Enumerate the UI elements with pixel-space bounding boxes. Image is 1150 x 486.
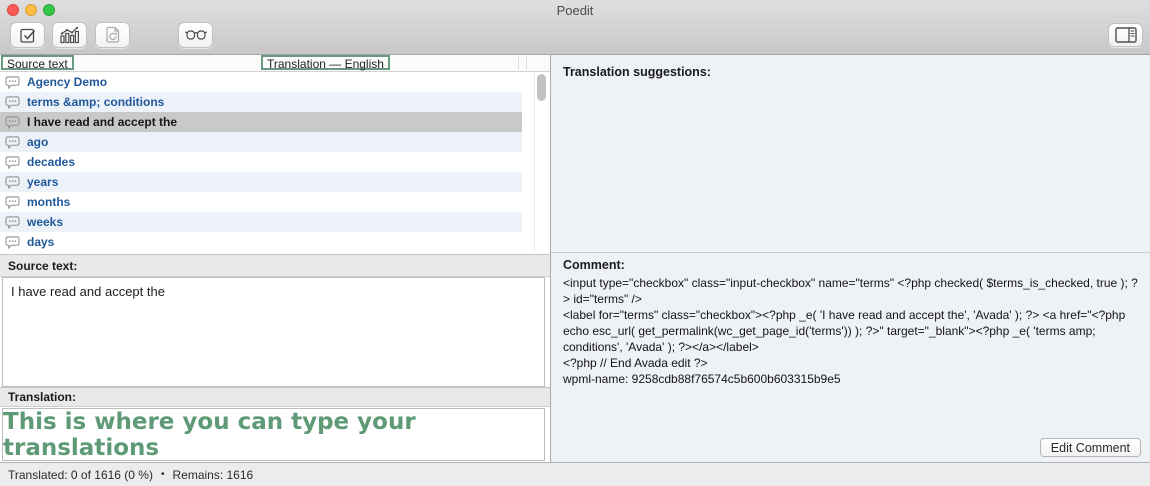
row-source-text: Agency Demo [27,75,107,89]
minimize-button[interactable] [25,4,37,16]
toggle-sidebar-button[interactable] [1108,23,1143,47]
column-separator [518,57,519,70]
main-area: Source text Translation — English Agency… [0,55,1150,462]
close-button[interactable] [7,4,19,16]
comment-bubble-icon [5,136,20,149]
comment-bubble-icon [5,156,20,169]
checkbox-check-icon [18,25,38,45]
window-title: Poedit [0,3,1150,18]
comment-bubble-icon [5,96,20,109]
comment-bubble-icon [5,176,20,189]
comment-bubble-icon [5,196,20,209]
row-source-text: I have read and accept the [27,115,177,129]
table-row[interactable]: I have read and accept the [0,112,522,132]
column-separator [526,57,527,70]
table-row[interactable]: months [0,192,522,212]
catalog-header: Source text Translation — English [0,55,550,72]
scrollbar-thumb[interactable] [537,74,546,101]
update-from-code-button[interactable] [95,22,130,48]
table-row[interactable]: years [0,172,522,192]
translation-suggestions-label: Translation suggestions: [563,65,711,79]
row-source-text: years [27,175,58,189]
row-source-text: months [27,195,70,209]
titlebar-toolbar: Poedit [0,0,1150,55]
sidebar-panel: Translation suggestions: Comment: <input… [551,55,1150,462]
comment-bubble-icon [5,236,20,249]
zoom-button[interactable] [43,4,55,16]
validate-button[interactable] [10,22,45,48]
status-separator: • [161,469,165,480]
row-source-text: weeks [27,215,63,229]
row-source-text: decades [27,155,75,169]
comment-bubble-icon [5,216,20,229]
table-row[interactable]: terms &amp; conditions [0,92,522,112]
sidebar-panel-icon [1115,27,1137,43]
source-text-label: Source text: [0,254,550,277]
table-row[interactable]: days [0,232,522,252]
catalog-list: Agency Demo terms &amp; conditions I have … [0,72,550,252]
scrollbar-track [534,72,535,252]
glasses-icon [184,28,208,42]
table-row[interactable]: Agency Demo [0,72,522,92]
statistics-button[interactable] [52,22,87,48]
comment-bubble-icon [5,116,20,129]
translation-label: Translation: [0,387,550,407]
row-source-text: days [27,235,54,249]
sidebar-section-divider [551,252,1150,253]
table-row[interactable]: weeks [0,212,522,232]
comment-text: <input type="checkbox" class="input-chec… [563,275,1138,387]
poedit-window: Poedit [0,0,1150,486]
comment-label: Comment: [563,258,625,272]
row-source-text: terms &amp; conditions [27,95,164,109]
column-header-translation[interactable]: Translation — English [261,55,390,70]
translation-placeholder: This is where you can type your translat… [3,409,544,461]
bar-chart-icon [59,26,81,44]
row-source-text: ago [27,135,48,149]
table-row[interactable]: ago [0,132,522,152]
status-bar: Translated: 0 of 1616 (0 %) • Remains: 1… [0,462,1150,486]
comment-bubble-icon [5,76,20,89]
edit-comment-button[interactable]: Edit Comment [1040,438,1141,457]
column-header-source[interactable]: Source text [1,55,74,70]
source-text-box: I have read and accept the [2,277,545,387]
translated-count: Translated: 0 of 1616 (0 %) [8,468,153,482]
document-refresh-icon [103,25,123,45]
remains-count: Remains: 1616 [172,468,253,482]
proofread-button[interactable] [178,22,213,48]
table-row[interactable]: decades [0,152,522,172]
translation-input[interactable]: This is where you can type your translat… [2,408,545,461]
